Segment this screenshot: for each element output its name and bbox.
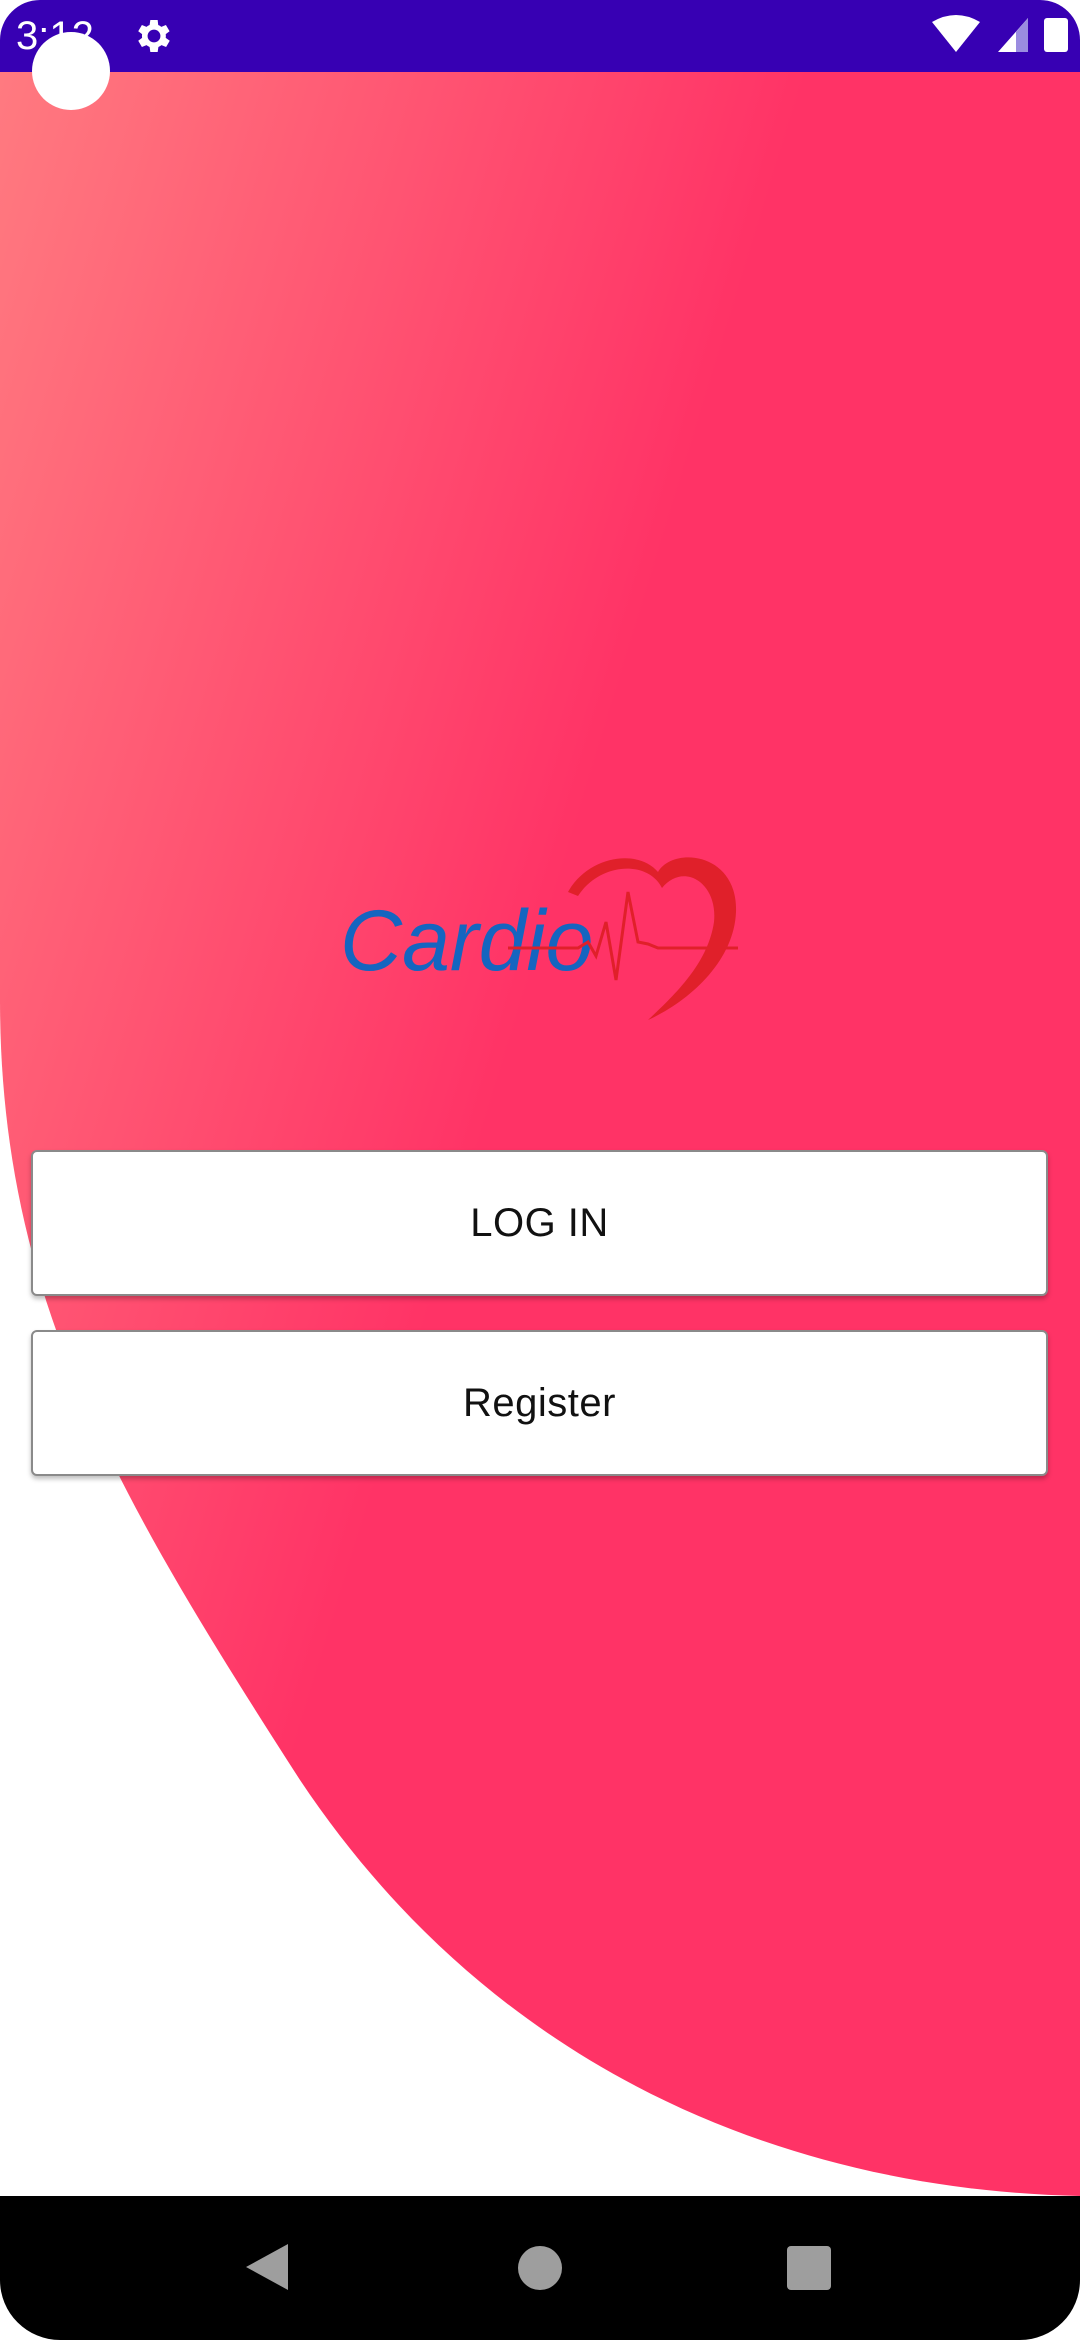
back-triangle-icon[interactable] [244, 2242, 290, 2292]
gear-icon [138, 20, 170, 52]
status-indicators [932, 15, 1068, 52]
wifi-icon [932, 15, 980, 52]
home-circle-icon[interactable] [518, 2246, 562, 2290]
register-button[interactable]: Register [31, 1330, 1048, 1476]
app-screen: 3:12 Cardio LOG IN Register [0, 0, 1080, 2340]
recents-square-icon[interactable] [787, 2246, 831, 2290]
background-shape [0, 72, 1080, 2196]
login-button[interactable]: LOG IN [31, 1150, 1048, 1296]
cardio-logo: Cardio [340, 857, 738, 1020]
logo-text: Cardio [340, 893, 593, 989]
navigation-bar [0, 2196, 1080, 2340]
status-bar: 3:12 [0, 0, 1080, 72]
floating-dot[interactable] [32, 32, 110, 110]
battery-icon [1044, 18, 1068, 52]
